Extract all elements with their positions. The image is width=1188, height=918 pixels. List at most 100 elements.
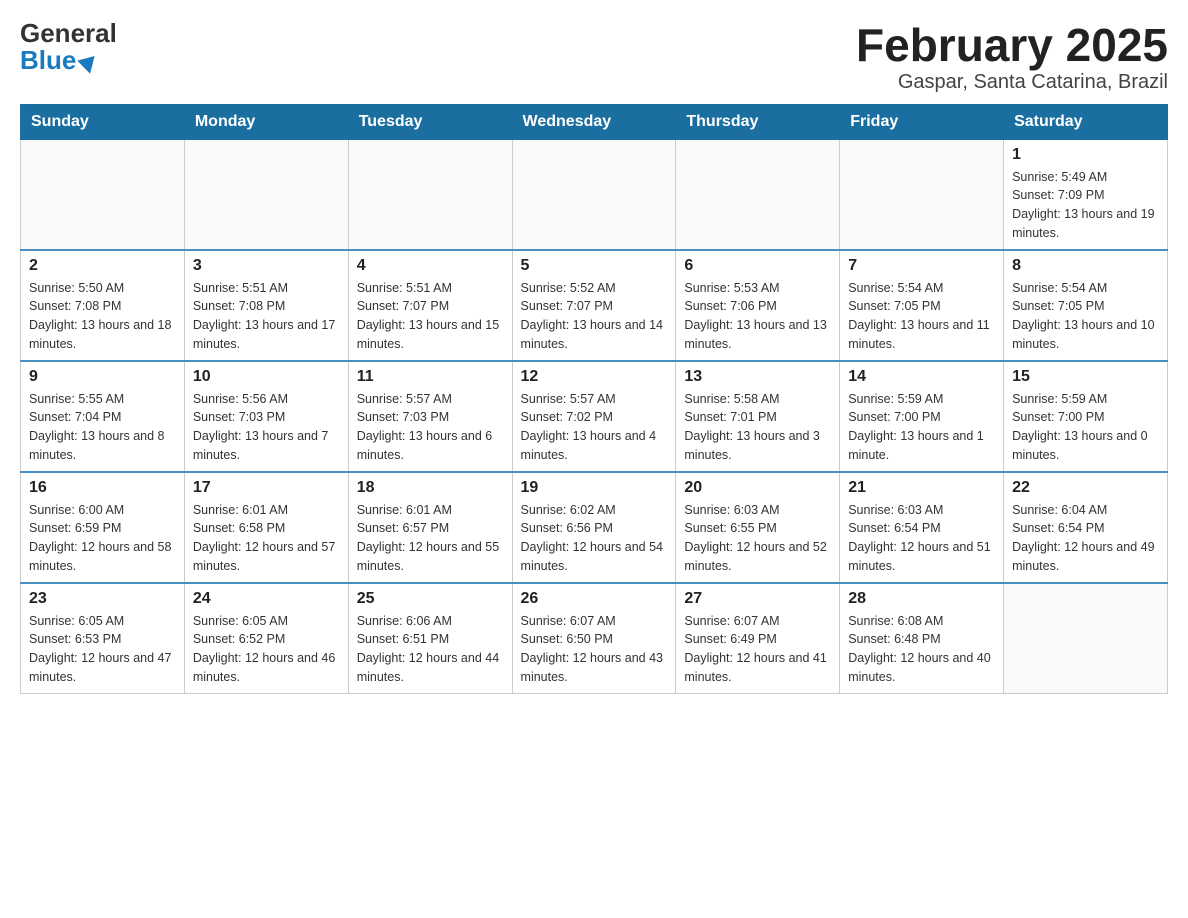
day-info: Sunrise: 6:08 AM Sunset: 6:48 PM Dayligh…: [848, 612, 995, 687]
day-info: Sunrise: 5:51 AM Sunset: 7:08 PM Dayligh…: [193, 279, 340, 354]
day-cell: 12 Sunrise: 5:57 AM Sunset: 7:02 PM Dayli…: [512, 361, 676, 472]
day-cell: 16 Sunrise: 6:00 AM Sunset: 6:59 PM Dayli…: [21, 472, 185, 583]
header-thursday: Thursday: [676, 104, 840, 139]
day-cell: 15 Sunrise: 5:59 AM Sunset: 7:00 PM Dayli…: [1004, 361, 1168, 472]
day-cell: [21, 139, 185, 250]
header-tuesday: Tuesday: [348, 104, 512, 139]
day-cell: 14 Sunrise: 5:59 AM Sunset: 7:00 PM Dayli…: [840, 361, 1004, 472]
day-cell: [840, 139, 1004, 250]
day-number: 10: [193, 368, 340, 386]
day-number: 14: [848, 368, 995, 386]
day-cell: 20Sunrise: 6:03 AM Sunset: 6:55 PM Dayli…: [676, 472, 840, 583]
day-cell: 25 Sunrise: 6:06 AM Sunset: 6:51 PM Dayli…: [348, 583, 512, 694]
day-number: 16: [29, 479, 176, 497]
day-cell: 18 Sunrise: 6:01 AM Sunset: 6:57 PM Dayli…: [348, 472, 512, 583]
day-number: 22: [1012, 479, 1159, 497]
day-info: Sunrise: 5:57 AM Sunset: 7:02 PM Dayligh…: [521, 390, 668, 465]
logo: General Blue: [20, 20, 117, 74]
day-info: Sunrise: 6:05 AM Sunset: 6:53 PM Dayligh…: [29, 612, 176, 687]
day-number: 7: [848, 257, 995, 275]
week-row-5: 23 Sunrise: 6:05 AM Sunset: 6:53 PM Dayli…: [21, 583, 1168, 694]
day-info: Sunrise: 6:02 AM Sunset: 6:56 PM Dayligh…: [521, 501, 668, 576]
day-cell: 24 Sunrise: 6:05 AM Sunset: 6:52 PM Dayli…: [184, 583, 348, 694]
calendar-header: SundayMondayTuesdayWednesdayThursdayFrid…: [21, 104, 1168, 139]
day-number: 27: [684, 590, 831, 608]
header-sunday: Sunday: [21, 104, 185, 139]
day-number: 3: [193, 257, 340, 275]
day-cell: 8Sunrise: 5:54 AM Sunset: 7:05 PM Daylig…: [1004, 250, 1168, 361]
day-number: 1: [1012, 146, 1159, 164]
calendar-table: SundayMondayTuesdayWednesdayThursdayFrid…: [20, 104, 1168, 694]
day-number: 23: [29, 590, 176, 608]
page-header: General Blue February 2025 Gaspar, Santa…: [20, 20, 1168, 94]
day-cell: 3 Sunrise: 5:51 AM Sunset: 7:08 PM Daylig…: [184, 250, 348, 361]
day-cell: 21 Sunrise: 6:03 AM Sunset: 6:54 PM Dayli…: [840, 472, 1004, 583]
day-cell: [184, 139, 348, 250]
day-info: Sunrise: 5:53 AM Sunset: 7:06 PM Dayligh…: [684, 279, 831, 354]
header-friday: Friday: [840, 104, 1004, 139]
day-info: Sunrise: 6:07 AM Sunset: 6:50 PM Dayligh…: [521, 612, 668, 687]
week-row-1: 1 Sunrise: 5:49 AM Sunset: 7:09 PM Daylig…: [21, 139, 1168, 250]
month-title: February 2025: [856, 20, 1168, 71]
logo-blue: Blue: [20, 47, 76, 73]
day-cell: 11Sunrise: 5:57 AM Sunset: 7:03 PM Dayli…: [348, 361, 512, 472]
day-number: 18: [357, 479, 504, 497]
day-info: Sunrise: 5:58 AM Sunset: 7:01 PM Dayligh…: [684, 390, 831, 465]
day-number: 11: [357, 368, 504, 386]
day-cell: [512, 139, 676, 250]
day-number: 20: [684, 479, 831, 497]
logo-general: General: [20, 20, 117, 46]
day-info: Sunrise: 5:49 AM Sunset: 7:09 PM Dayligh…: [1012, 168, 1159, 243]
day-info: Sunrise: 6:01 AM Sunset: 6:58 PM Dayligh…: [193, 501, 340, 576]
day-cell: 6 Sunrise: 5:53 AM Sunset: 7:06 PM Daylig…: [676, 250, 840, 361]
day-number: 12: [521, 368, 668, 386]
day-cell: 23 Sunrise: 6:05 AM Sunset: 6:53 PM Dayli…: [21, 583, 185, 694]
header-wednesday: Wednesday: [512, 104, 676, 139]
day-info: Sunrise: 5:55 AM Sunset: 7:04 PM Dayligh…: [29, 390, 176, 465]
week-row-3: 9 Sunrise: 5:55 AM Sunset: 7:04 PM Daylig…: [21, 361, 1168, 472]
day-info: Sunrise: 5:59 AM Sunset: 7:00 PM Dayligh…: [1012, 390, 1159, 465]
day-number: 15: [1012, 368, 1159, 386]
header-saturday: Saturday: [1004, 104, 1168, 139]
day-info: Sunrise: 6:03 AM Sunset: 6:54 PM Dayligh…: [848, 501, 995, 576]
day-info: Sunrise: 5:54 AM Sunset: 7:05 PM Dayligh…: [1012, 279, 1159, 354]
location-title: Gaspar, Santa Catarina, Brazil: [856, 71, 1168, 94]
day-info: Sunrise: 6:05 AM Sunset: 6:52 PM Dayligh…: [193, 612, 340, 687]
day-cell: 17Sunrise: 6:01 AM Sunset: 6:58 PM Dayli…: [184, 472, 348, 583]
day-number: 24: [193, 590, 340, 608]
week-row-2: 2Sunrise: 5:50 AM Sunset: 7:08 PM Daylig…: [21, 250, 1168, 361]
day-number: 6: [684, 257, 831, 275]
day-info: Sunrise: 6:06 AM Sunset: 6:51 PM Dayligh…: [357, 612, 504, 687]
title-block: February 2025 Gaspar, Santa Catarina, Br…: [856, 20, 1168, 94]
day-info: Sunrise: 6:07 AM Sunset: 6:49 PM Dayligh…: [684, 612, 831, 687]
day-cell: 5 Sunrise: 5:52 AM Sunset: 7:07 PM Daylig…: [512, 250, 676, 361]
day-number: 5: [521, 257, 668, 275]
day-number: 9: [29, 368, 176, 386]
day-cell: 1 Sunrise: 5:49 AM Sunset: 7:09 PM Daylig…: [1004, 139, 1168, 250]
day-info: Sunrise: 5:52 AM Sunset: 7:07 PM Dayligh…: [521, 279, 668, 354]
logo-text: General Blue: [20, 20, 117, 74]
day-cell: 27 Sunrise: 6:07 AM Sunset: 6:49 PM Dayli…: [676, 583, 840, 694]
day-cell: 28 Sunrise: 6:08 AM Sunset: 6:48 PM Dayli…: [840, 583, 1004, 694]
day-cell: 22 Sunrise: 6:04 AM Sunset: 6:54 PM Dayli…: [1004, 472, 1168, 583]
day-cell: 9 Sunrise: 5:55 AM Sunset: 7:04 PM Daylig…: [21, 361, 185, 472]
day-cell: 26 Sunrise: 6:07 AM Sunset: 6:50 PM Dayli…: [512, 583, 676, 694]
day-number: 28: [848, 590, 995, 608]
day-number: 26: [521, 590, 668, 608]
day-info: Sunrise: 5:54 AM Sunset: 7:05 PM Dayligh…: [848, 279, 995, 354]
day-cell: 7 Sunrise: 5:54 AM Sunset: 7:05 PM Daylig…: [840, 250, 1004, 361]
day-cell: 4Sunrise: 5:51 AM Sunset: 7:07 PM Daylig…: [348, 250, 512, 361]
day-info: Sunrise: 6:04 AM Sunset: 6:54 PM Dayligh…: [1012, 501, 1159, 576]
day-info: Sunrise: 5:56 AM Sunset: 7:03 PM Dayligh…: [193, 390, 340, 465]
day-cell: 13 Sunrise: 5:58 AM Sunset: 7:01 PM Dayli…: [676, 361, 840, 472]
day-info: Sunrise: 5:51 AM Sunset: 7:07 PM Dayligh…: [357, 279, 504, 354]
day-info: Sunrise: 6:01 AM Sunset: 6:57 PM Dayligh…: [357, 501, 504, 576]
day-number: 25: [357, 590, 504, 608]
day-number: 21: [848, 479, 995, 497]
day-info: Sunrise: 6:00 AM Sunset: 6:59 PM Dayligh…: [29, 501, 176, 576]
header-row: SundayMondayTuesdayWednesdayThursdayFrid…: [21, 104, 1168, 139]
day-cell: 10 Sunrise: 5:56 AM Sunset: 7:03 PM Dayli…: [184, 361, 348, 472]
day-info: Sunrise: 5:59 AM Sunset: 7:00 PM Dayligh…: [848, 390, 995, 465]
day-number: 13: [684, 368, 831, 386]
day-cell: [1004, 583, 1168, 694]
